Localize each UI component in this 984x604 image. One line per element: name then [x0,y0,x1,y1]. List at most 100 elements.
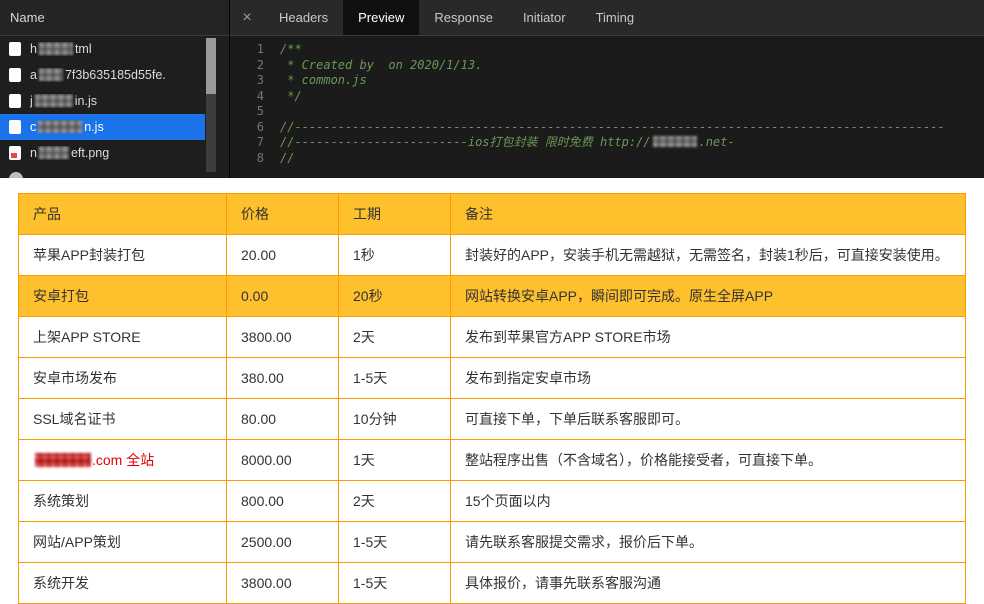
table-row: SSL域名证书 80.00 10分钟 可直接下单，下单后联系客服即可。 [18,398,966,440]
detail-tab-bar: × Headers Preview Response Initiator Timing [230,0,984,36]
code-line: 5 [238,104,984,120]
table-cell: 380.00 [226,357,339,399]
file-row[interactable]: c n.js [0,114,205,140]
table-cell: 3800.00 [226,316,339,358]
table-cell: 具体报价，请事先联系客服沟通 [450,562,966,604]
file-name: j in.js [30,94,98,108]
document-file-icon [9,68,21,82]
file-row[interactable]: h tml [0,36,205,62]
table-row: 网站/APP策划 2500.00 1-5天 请先联系客服提交需求，报价后下单。 [18,521,966,563]
table-row: 苹果APP封装打包 20.00 1秒 封装好的APP，安装手机无需越狱，无需签名，封装… [18,234,966,276]
tab-preview[interactable]: Preview [343,0,420,35]
code-line: 3 * common.js [238,73,984,89]
devtools-network-panel: Name h tml a 7f3b635185d55fe. j in.js c n.js n ef… [0,0,984,178]
tab-timing[interactable]: Timing [581,0,650,35]
close-icon[interactable]: × [230,0,264,35]
table-header-cell: 价格 [226,193,339,235]
redaction-blur [34,94,73,107]
pricing-table: 产品 价格 工期 备注 苹果APP封装打包 20.00 1秒 封装好的APP，安装手机无需越… [18,193,966,604]
file-name: c n.js [30,120,104,134]
table-cell: 0.00 [226,275,339,317]
document-file-icon [9,42,21,56]
tab-response[interactable]: Response [419,0,508,35]
table-cell: SSL域名证书 [18,398,227,440]
code-preview[interactable]: 1/** 2 * Created by on 2020/1/13. 3 * comm… [230,36,984,178]
line-number: 1 [256,42,264,56]
table-row: 系统策划 800.00 2天 15个页面以内 [18,480,966,522]
document-file-icon [9,120,21,134]
table-cell: 整站程序出售（不含域名），价格能接受者，可直接下单。 [450,439,966,481]
pricing-table-wrap: 产品 价格 工期 备注 苹果APP封装打包 20.00 1秒 封装好的APP，安装手机无需越… [18,193,966,604]
code-line: 1 /** [238,42,984,58]
table-header-cell: 工期 [338,193,451,235]
table-cell: 3800.00 [226,562,339,604]
scrollbar-thumb[interactable] [206,38,216,94]
redaction-blur [38,120,83,133]
redaction-blur [38,68,63,81]
table-cell: 80.00 [226,398,339,440]
table-row: 安卓市场发布 380.00 1-5天 发布到指定安卓市场 [18,357,966,399]
file-list: h tml a 7f3b635185d55fe. j in.js c n.js n eft.png [0,36,229,178]
table-cell: 1秒 [338,234,451,276]
redaction-blur [38,42,73,55]
image-file-icon [9,146,21,160]
name-column-header[interactable]: Name [0,0,229,36]
table-row: 安卓打包 0.00 20秒 网站转换安卓APP，瞬间即可完成。原生全屏APP [18,275,966,317]
code-line: 7 //------------------------ios打包封装 限时免费 … [238,135,984,151]
table-cell: 1-5天 [338,357,451,399]
line-number: 7 [256,135,264,149]
code-line: 4 */ [238,89,984,105]
line-number: 8 [256,150,264,165]
line-number: 4 [256,88,264,103]
table-cell: 请先联系客服提交需求，报价后下单。 [450,521,966,563]
table-cell: 可直接下单，下单后联系客服即可。 [450,398,966,440]
table-cell: 2天 [338,480,451,522]
redaction-blur [38,146,69,159]
file-row[interactable] [0,166,205,178]
table-row: .com 全站 8000.00 1天 整站程序出售（不含域名），价格能接受者，可直接下… [18,439,966,481]
tab-initiator[interactable]: Initiator [508,0,581,35]
table-cell: 安卓打包 [18,275,227,317]
code-text: * common.js [280,73,367,87]
file-row[interactable]: j in.js [0,88,205,114]
table-cell: 800.00 [226,480,339,522]
table-cell: 上架APP STORE [18,316,227,358]
line-number: 6 [256,119,264,134]
table-header-cell: 备注 [450,193,966,235]
table-cell: 1-5天 [338,562,451,604]
file-list-scrollbar[interactable] [206,38,216,172]
table-cell: .com 全站 [18,439,227,481]
file-name: h tml [30,42,92,56]
table-cell: 苹果APP封装打包 [18,234,227,276]
table-cell: 系统开发 [18,562,227,604]
file-row[interactable]: n eft.png [0,140,205,166]
table-cell: 10分钟 [338,398,451,440]
request-list-panel: Name h tml a 7f3b635185d55fe. j in.js c n.js n ef… [0,0,230,178]
code-text: * Created by on 2020/1/13. [280,57,483,72]
table-cell: 发布到苹果官方APP STORE市场 [450,316,966,358]
request-detail-panel: × Headers Preview Response Initiator Timing … [230,0,984,178]
table-cell: 20.00 [226,234,339,276]
table-cell: 20秒 [338,275,451,317]
tab-strip: Headers Preview Response Initiator Timing [264,0,649,35]
table-cell: 网站转换安卓APP，瞬间即可完成。原生全屏APP [450,275,966,317]
code-text: //--------------------------------------… [280,119,945,134]
code-line: 8 // [238,151,984,167]
file-name: n eft.png [30,146,110,160]
line-number: 5 [256,104,264,118]
table-cell: 8000.00 [226,439,339,481]
table-cell: 1-5天 [338,521,451,563]
document-file-icon [9,94,21,108]
table-row: 系统开发 3800.00 1-5天 具体报价，请事先联系客服沟通 [18,562,966,604]
tab-headers[interactable]: Headers [264,0,343,35]
table-cell: 系统策划 [18,480,227,522]
table-row: 上架APP STORE 3800.00 2天 发布到苹果官方APP STORE市场 [18,316,966,358]
code-text: // [280,150,295,165]
code-text: //------------------------ios打包封装 限时免费 h… [280,135,735,149]
code-text: */ [280,88,302,103]
code-line: 2 * Created by on 2020/1/13. [238,58,984,74]
file-row[interactable]: a 7f3b635185d55fe. [0,62,205,88]
line-number: 2 [256,57,264,72]
table-header-cell: 产品 [18,193,227,235]
table-header-row: 产品 价格 工期 备注 [18,193,966,235]
